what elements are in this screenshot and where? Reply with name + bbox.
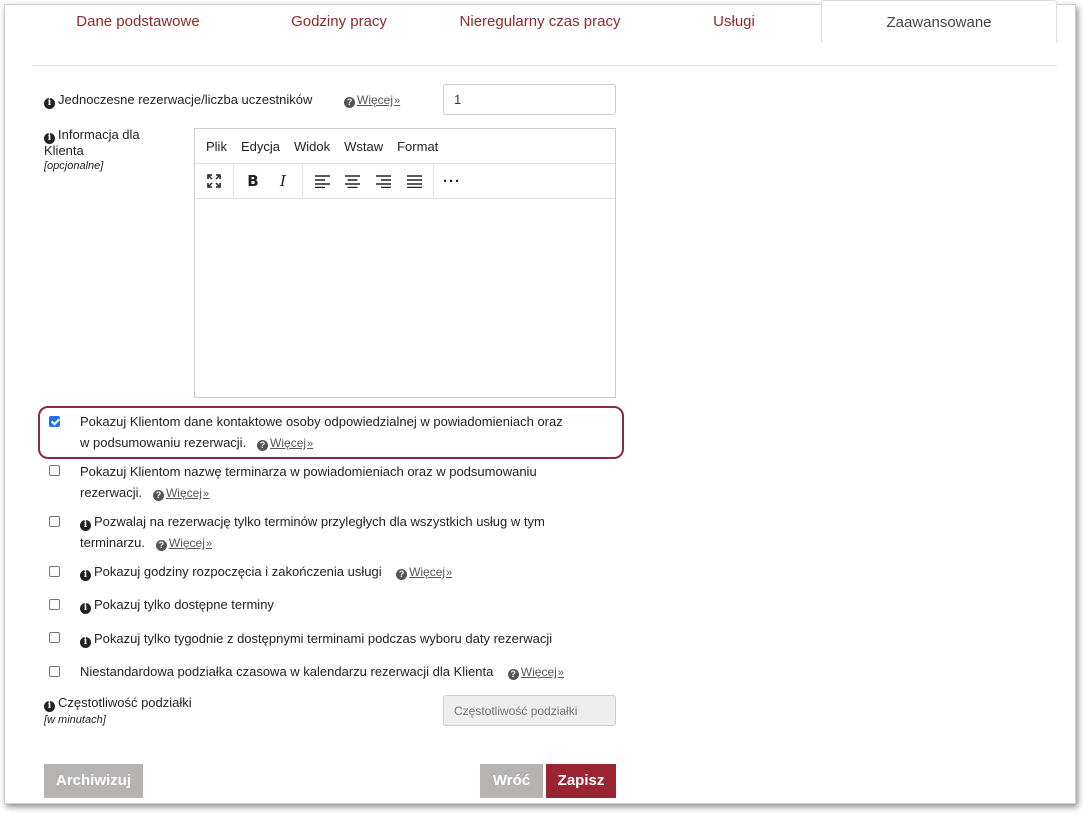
italic-icon[interactable]: I: [270, 169, 296, 194]
concurrent-input[interactable]: [443, 84, 616, 115]
optional-note: [opcjonalne]: [44, 160, 104, 172]
question-icon: ?: [257, 440, 269, 451]
concurrent-label: Jednoczesne rezerwacje/liczba uczestnikó…: [58, 92, 313, 107]
menu-widok[interactable]: Widok: [287, 129, 337, 165]
more-link[interactable]: ? Więcej»: [344, 93, 400, 108]
question-icon: ?: [152, 490, 164, 501]
question-icon: ?: [507, 669, 519, 680]
align-left-icon[interactable]: [309, 169, 335, 194]
question-icon: ?: [155, 540, 167, 551]
checkbox-only-weeks-available[interactable]: [49, 632, 60, 643]
save-button[interactable]: Zapisz: [546, 764, 616, 798]
settings-panel: [4, 4, 1076, 804]
checkbox-only-weeks-available-label: i Pokazuj tylko tygodnie z dostępnymi ter…: [80, 628, 620, 649]
client-info-label-row: i Informacja dla Klienta [opcjonalne]: [44, 128, 179, 173]
editor-toolbar: B I ···: [195, 164, 615, 199]
client-info-label: Informacja dla Klienta: [44, 127, 140, 158]
align-center-icon[interactable]: [339, 169, 365, 194]
menu-edycja[interactable]: Edycja: [234, 129, 287, 165]
frequency-label-row: i Częstotliwość podziałki [w minutach]: [44, 696, 192, 727]
double-chevron-right-icon: »: [446, 567, 453, 579]
menu-wstaw[interactable]: Wstaw: [337, 129, 390, 165]
checkbox-adjacent-slots-label: i Pozwalaj na rezerwację tylko terminów p…: [80, 514, 545, 551]
toolbar-separator: [233, 164, 234, 198]
double-chevron-right-icon: »: [557, 667, 564, 679]
more-link[interactable]: ? Więcej»: [155, 536, 213, 551]
rich-text-editor: Plik Edycja Widok Wstaw Format B I ···: [194, 128, 616, 398]
info-icon: i: [44, 701, 55, 712]
checkbox-show-start-end[interactable]: [49, 566, 60, 577]
double-chevron-right-icon: »: [202, 488, 210, 500]
archive-button[interactable]: Archiwizuj: [44, 764, 143, 798]
tab-zaawansowane[interactable]: Zaawansowane: [821, 0, 1057, 43]
menu-format[interactable]: Format: [390, 129, 445, 165]
double-chevron-right-icon: »: [307, 438, 314, 450]
checkbox-custom-time-scale[interactable]: [49, 666, 60, 677]
align-justify-icon[interactable]: [401, 169, 427, 194]
frequency-unit: [w minutach]: [44, 714, 106, 726]
checkbox-show-start-end-label: i Pokazuj godziny rozpoczęcia i zakończen…: [80, 561, 620, 584]
info-icon: i: [44, 98, 55, 109]
checkbox-show-contact-label: Pokazuj Klientom dane kontaktowe osoby o…: [80, 414, 563, 451]
question-icon: ?: [396, 569, 408, 580]
tab-godziny-pracy[interactable]: Godziny pracy: [244, 0, 434, 42]
info-icon: i: [80, 570, 91, 581]
checkbox-show-contact[interactable]: [49, 416, 60, 427]
tab-divider: [32, 65, 1057, 66]
tab-nieregularny-czas-pracy[interactable]: Nieregularny czas pracy: [434, 0, 646, 42]
checkbox-adjacent-slots[interactable]: [49, 516, 60, 527]
bold-icon[interactable]: B: [240, 169, 266, 194]
toolbar-separator: [302, 164, 303, 198]
frequency-label: Częstotliwość podziałki: [58, 695, 192, 710]
double-chevron-right-icon: »: [205, 538, 213, 550]
more-icon[interactable]: ···: [439, 169, 465, 194]
more-link[interactable]: ? Więcej»: [507, 665, 564, 680]
info-icon: i: [80, 603, 91, 614]
back-button[interactable]: Wróć: [480, 764, 543, 798]
more-link[interactable]: ? Więcej»: [257, 436, 314, 451]
tab-uslugi[interactable]: Usługi: [646, 0, 822, 42]
checkbox-custom-time-scale-label: Niestandardowa podziałka czasowa w kalen…: [80, 664, 564, 680]
editor-content-area[interactable]: [195, 199, 615, 397]
checkbox-show-calendar-name[interactable]: [49, 465, 60, 476]
checkbox-only-available[interactable]: [49, 599, 60, 610]
concurrent-label-row: i Jednoczesne rezerwacje/liczba uczestnik…: [44, 92, 312, 109]
question-icon: ?: [344, 97, 355, 108]
editor-menubar: Plik Edycja Widok Wstaw Format: [195, 129, 615, 164]
toolbar-separator: [433, 164, 434, 198]
align-right-icon[interactable]: [370, 169, 396, 194]
info-icon: i: [80, 637, 91, 648]
checkbox-only-available-label: i Pokazuj tylko dostępne terminy: [80, 594, 620, 615]
double-chevron-right-icon: »: [394, 95, 401, 107]
frequency-input[interactable]: [443, 695, 616, 726]
checkbox-show-calendar-name-label: Pokazuj Klientom nazwę terminarza w powi…: [80, 464, 537, 501]
more-link[interactable]: ? Więcej»: [152, 486, 210, 501]
more-link[interactable]: ? Więcej»: [396, 565, 453, 580]
fullscreen-icon[interactable]: [201, 169, 227, 194]
info-icon: i: [80, 520, 91, 531]
tab-dane-podstawowe[interactable]: Dane podstawowe: [32, 0, 244, 42]
menu-plik[interactable]: Plik: [199, 129, 234, 165]
